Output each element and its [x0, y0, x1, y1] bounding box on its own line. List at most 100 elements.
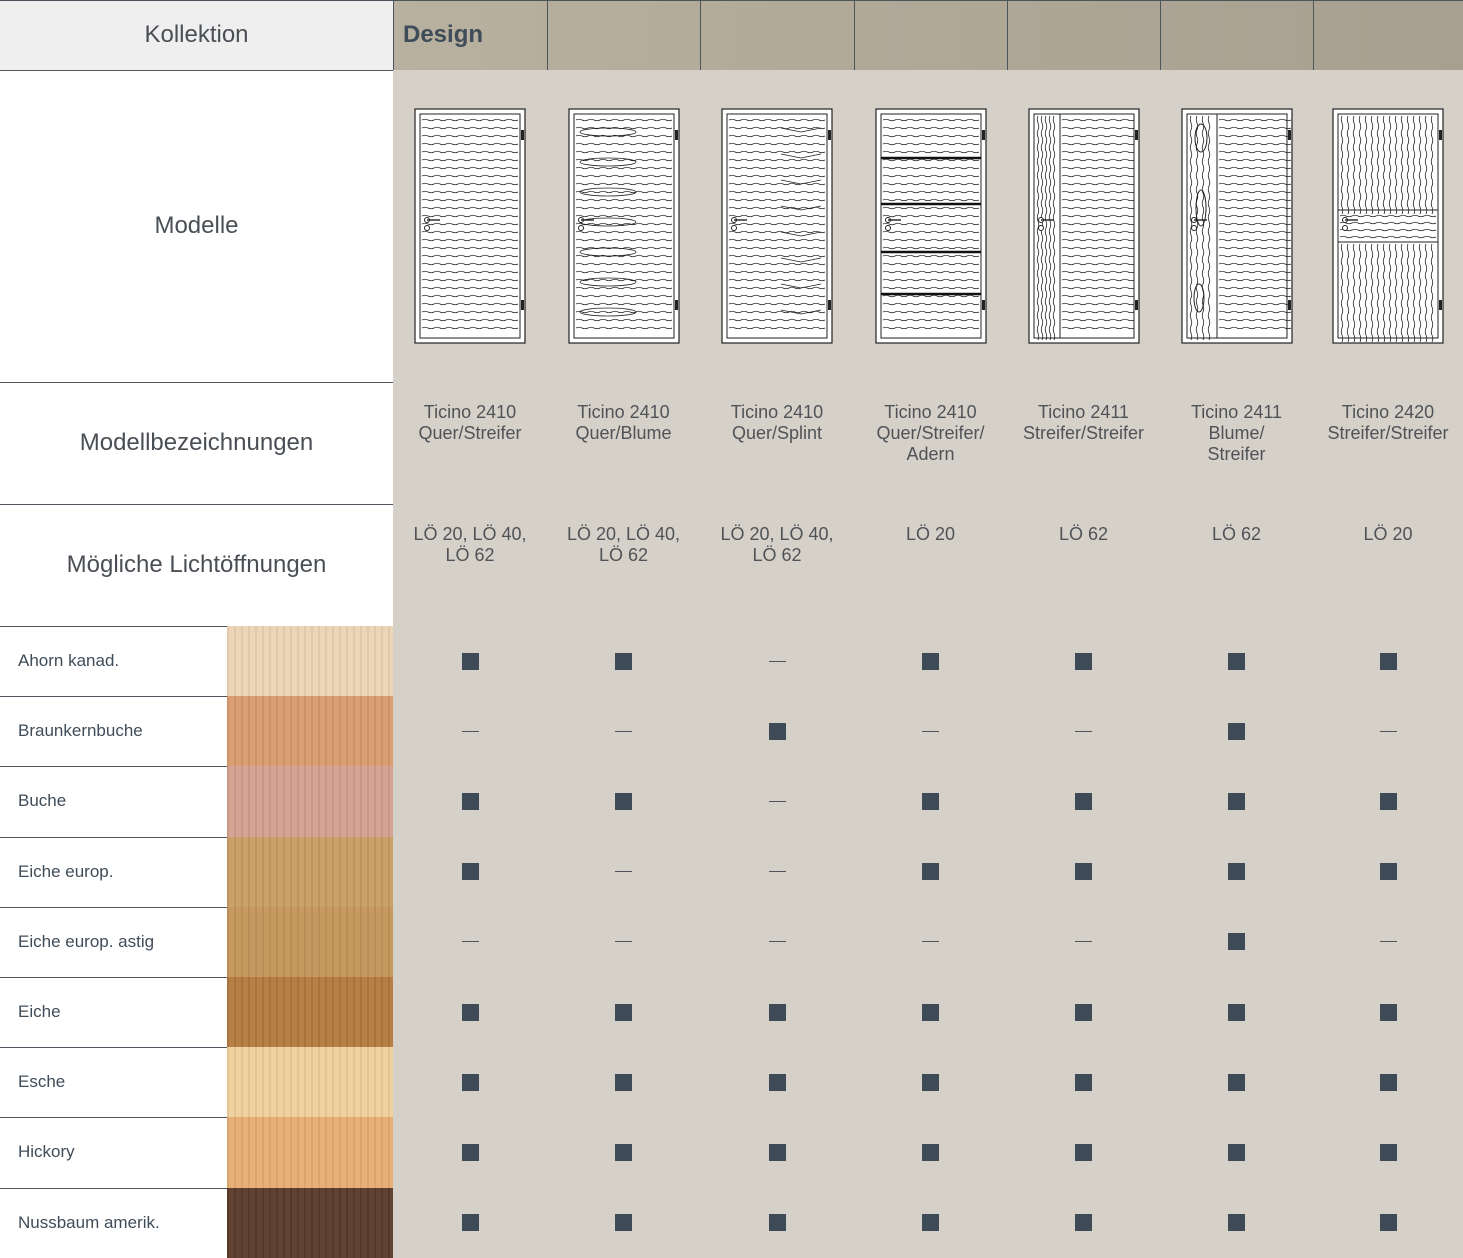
available-square-icon: [1228, 1214, 1245, 1232]
available-mark-cell: [1160, 766, 1313, 837]
available-square-icon: [1379, 792, 1397, 810]
available-mark-cell: [547, 1047, 700, 1118]
available-square-icon: [1228, 1003, 1245, 1021]
model-name-cell: Ticino 2411 Blume/Streifer: [1160, 382, 1313, 504]
door-quer-blume-icon: [567, 108, 680, 344]
available-mark-cell: [1313, 766, 1463, 837]
available-square-icon: [1379, 1003, 1397, 1021]
available-mark-cell: [1007, 1047, 1160, 1118]
available-mark-cell: [1160, 906, 1313, 977]
door-availability-table: Kollektion Design Modelle Modellbezeichn…: [0, 0, 1463, 1258]
available-square-icon: [1228, 792, 1245, 810]
unavailable-dash-icon: [461, 730, 479, 732]
available-square-icon: [1228, 1073, 1245, 1091]
model-door-cell: [1007, 70, 1160, 382]
unavailable-mark-cell: [700, 626, 854, 697]
available-square-icon: [1075, 863, 1092, 881]
available-square-icon: [1228, 1143, 1245, 1161]
unavailable-mark-cell: [1007, 696, 1160, 767]
available-mark-cell: [547, 766, 700, 837]
unavailable-dash-icon: [768, 800, 786, 802]
unavailable-dash-icon: [1075, 941, 1092, 943]
model-name-line: Ticino 2410: [884, 402, 977, 422]
available-mark-cell: [393, 626, 547, 697]
available-mark-cell: [393, 1117, 547, 1188]
available-square-icon: [1228, 722, 1245, 740]
unavailable-dash-icon: [922, 730, 939, 732]
model-door-cell: [393, 70, 547, 382]
available-square-icon: [461, 863, 479, 881]
wood-name-label: Braunkernbuche: [18, 721, 143, 741]
available-square-icon: [1379, 1214, 1397, 1232]
kollektion-header: Kollektion: [0, 0, 393, 70]
unavailable-mark-cell: [393, 906, 547, 977]
model-door-cell: [1160, 70, 1313, 382]
available-square-icon: [1075, 792, 1092, 810]
available-mark-cell: [1007, 626, 1160, 697]
unavailable-dash-icon: [461, 941, 479, 943]
wood-name-cell: Braunkernbuche: [0, 696, 227, 766]
available-mark-cell: [1313, 1047, 1463, 1118]
door-quer-splint-icon: [721, 108, 833, 344]
available-mark-cell: [1007, 1187, 1160, 1258]
available-square-icon: [615, 1073, 632, 1091]
door-blume-streifer-icon: [1180, 108, 1293, 344]
available-mark-cell: [1160, 977, 1313, 1048]
modellbezeichnungen-label: Modellbezeichnungen: [79, 429, 314, 456]
available-mark-cell: [547, 1187, 700, 1258]
unavailable-mark-cell: [547, 836, 700, 907]
model-name-cell: Ticino 2420 Streifer/Streifer: [1313, 382, 1463, 504]
unavailable-dash-icon: [768, 871, 786, 873]
available-mark-cell: [854, 977, 1007, 1048]
kollektion-label: Kollektion: [144, 21, 249, 48]
available-mark-cell: [1007, 1117, 1160, 1188]
unavailable-dash-icon: [615, 871, 632, 873]
available-mark-cell: [854, 1117, 1007, 1188]
unavailable-dash-icon: [922, 941, 939, 943]
model-openings-line: LÖ 20, LÖ 40,: [720, 524, 834, 544]
available-square-icon: [461, 1214, 479, 1232]
available-square-icon: [922, 1003, 939, 1021]
available-square-icon: [1379, 652, 1397, 670]
available-mark-cell: [1007, 766, 1160, 837]
available-mark-cell: [547, 977, 700, 1048]
available-mark-cell: [1160, 1187, 1313, 1258]
unavailable-dash-icon: [1075, 730, 1092, 732]
available-square-icon: [768, 1214, 786, 1232]
wood-name-label: Hickory: [18, 1142, 75, 1162]
unavailable-mark-cell: [700, 766, 854, 837]
available-square-icon: [1075, 1143, 1092, 1161]
grid-horizontal-line: [0, 0, 1463, 1]
model-openings-line: LÖ 20, LÖ 40,: [566, 524, 681, 544]
unavailable-mark-cell: [547, 906, 700, 977]
available-square-icon: [461, 1073, 479, 1091]
modelle-label: Modelle: [154, 212, 239, 239]
modellbezeichnungen-row-label: Modellbezeichnungen: [0, 382, 393, 504]
available-square-icon: [1228, 933, 1245, 951]
model-openings-cell: LÖ 20: [854, 504, 1007, 626]
model-name-line: Quer/Splint: [731, 423, 823, 443]
wood-swatch: [227, 836, 393, 907]
unavailable-mark-cell: [547, 696, 700, 767]
model-name-cell: Ticino 2411 Streifer/Streifer: [1007, 382, 1160, 504]
available-square-icon: [461, 792, 479, 810]
available-mark-cell: [1160, 696, 1313, 767]
available-square-icon: [615, 792, 632, 810]
wood-name-cell: Eiche: [0, 977, 227, 1047]
available-square-icon: [768, 1073, 786, 1091]
unavailable-dash-icon: [768, 660, 786, 662]
unavailable-dash-icon: [615, 730, 632, 732]
available-mark-cell: [700, 696, 854, 767]
model-name-line: Ticino 2420: [1341, 402, 1435, 422]
model-openings-line: LÖ 62: [1211, 524, 1262, 544]
available-mark-cell: [393, 1187, 547, 1258]
model-name-cell: Ticino 2410 Quer/Blume: [547, 382, 700, 504]
available-square-icon: [922, 792, 939, 810]
model-name-line: Streifer: [1207, 444, 1266, 464]
available-mark-cell: [1007, 836, 1160, 907]
model-name-line: Streifer/Streifer: [1022, 423, 1145, 443]
available-mark-cell: [1313, 977, 1463, 1048]
available-mark-cell: [1313, 1187, 1463, 1258]
available-mark-cell: [700, 1187, 854, 1258]
available-square-icon: [1075, 652, 1092, 670]
